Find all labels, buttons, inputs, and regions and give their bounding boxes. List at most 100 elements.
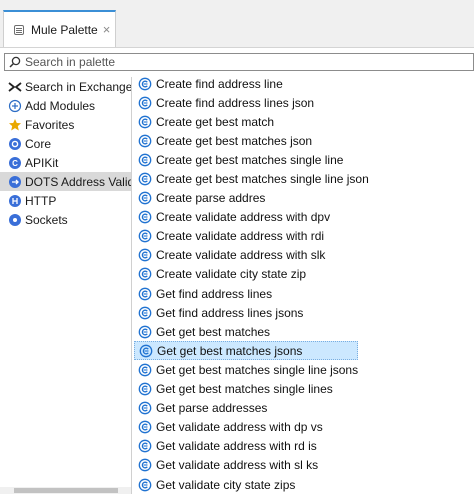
operation-item[interactable]: Create get best matches json <box>134 131 356 150</box>
operation-label: Create get best matches json <box>156 133 313 148</box>
operation-label: Create validate address with slk <box>156 248 326 263</box>
category-item[interactable]: Sockets <box>0 210 131 229</box>
operation-label: Create get best matches single line json <box>156 172 369 187</box>
operation-icon <box>138 325 152 339</box>
category-label: Favorites <box>25 117 75 132</box>
svg-text:C: C <box>12 159 18 168</box>
operation-icon <box>138 172 152 186</box>
category-list: Search in Exchange... Add Modules Favorite… <box>0 77 132 494</box>
operation-icon <box>138 287 152 301</box>
category-item[interactable]: Add Modules <box>0 96 131 115</box>
close-icon[interactable]: × <box>103 23 111 36</box>
operation-icon <box>138 229 152 243</box>
category-label: Search in Exchange... <box>25 79 132 94</box>
operation-icon <box>138 210 152 224</box>
category-label: Add Modules <box>25 98 96 113</box>
operation-item[interactable]: Get validate address with sl ks <box>134 456 356 475</box>
operation-label: Get find address lines jsons <box>156 305 304 320</box>
scrollbar-thumb[interactable] <box>14 488 118 493</box>
operation-item[interactable]: Create get best matches single line json <box>134 169 369 188</box>
operation-item[interactable]: Create find address lines json <box>134 93 356 112</box>
operation-icon <box>138 363 152 377</box>
category-item[interactable]: HTTP <box>0 191 131 210</box>
operation-item[interactable]: Create validate address with dpv <box>134 208 356 227</box>
category-label: Core <box>25 136 52 151</box>
operation-label: Create validate address with rdi <box>156 229 325 244</box>
operation-icon <box>138 420 152 434</box>
operation-icon <box>138 306 152 320</box>
horizontal-scrollbar[interactable] <box>0 487 131 494</box>
category-item[interactable]: Core <box>0 134 131 153</box>
category-item[interactable]: C APIKit <box>0 153 131 172</box>
operation-list: Create find address line Create find addr… <box>134 74 474 494</box>
operation-item[interactable]: Create get best match <box>134 112 356 131</box>
operation-icon <box>138 96 152 110</box>
tab-title: Mule Palette <box>31 22 98 37</box>
operation-icon <box>138 267 152 281</box>
operation-icon <box>138 77 152 91</box>
operation-label: Create validate city state zip <box>156 267 307 282</box>
operation-item[interactable]: Get get best matches single line jsons <box>134 360 359 379</box>
add-circle-icon <box>8 99 22 113</box>
operation-label: Create validate address with dpv <box>156 210 331 225</box>
operation-icon <box>138 382 152 396</box>
operation-item[interactable]: Get find address lines jsons <box>134 303 356 322</box>
search-field[interactable] <box>4 53 474 71</box>
operation-label: Create parse addres <box>156 191 266 206</box>
operation-icon <box>138 439 152 453</box>
connector-icon <box>8 175 22 189</box>
core-icon <box>8 137 22 151</box>
operation-item[interactable]: Get get best matches <box>134 322 356 341</box>
search-input[interactable] <box>21 55 445 69</box>
operation-icon <box>138 153 152 167</box>
operation-item[interactable]: Create validate address with slk <box>134 246 356 265</box>
operation-label: Get validate address with sl ks <box>156 458 319 473</box>
operation-icon <box>138 478 152 492</box>
search-icon <box>9 56 21 68</box>
operation-label: Create find address line <box>156 76 283 91</box>
tab-bar: Mule Palette × <box>0 0 474 48</box>
operation-item[interactable]: Get validate city state zips <box>134 475 356 494</box>
tab-mule-palette[interactable]: Mule Palette × <box>3 10 116 47</box>
operation-icon <box>138 134 152 148</box>
operation-item[interactable]: Create validate city state zip <box>134 265 356 284</box>
operation-item[interactable]: Create validate address with rdi <box>134 227 356 246</box>
operation-label: Get validate city state zips <box>156 477 296 492</box>
category-item[interactable]: DOTS Address Validat <box>0 172 131 191</box>
http-icon <box>8 194 22 208</box>
operation-label: Create get best matches single line <box>156 152 344 167</box>
apikit-icon: C <box>8 156 22 170</box>
operation-label: Get find address lines <box>156 286 273 301</box>
operation-icon <box>139 344 153 358</box>
operation-icon <box>138 248 152 262</box>
operation-label: Get validate address with rd is <box>156 439 317 454</box>
palette-menu-icon <box>13 24 25 36</box>
operation-label: Get get best matches <box>156 324 271 339</box>
operation-icon <box>138 191 152 205</box>
operation-item[interactable]: Get find address lines <box>134 284 356 303</box>
operation-icon <box>138 115 152 129</box>
category-item[interactable]: Favorites <box>0 115 131 134</box>
operation-label: Get parse addresses <box>156 401 268 416</box>
category-label: DOTS Address Validat <box>25 174 131 189</box>
sockets-icon <box>8 213 22 227</box>
operation-item[interactable]: Create find address line <box>134 74 356 93</box>
operation-item[interactable]: Get validate address with dp vs <box>134 418 356 437</box>
operation-item[interactable]: Get get best matches jsons <box>134 341 358 361</box>
operation-label: Create find address lines json <box>156 95 315 110</box>
operation-item[interactable]: Create parse addres <box>134 189 356 208</box>
operation-label: Get get best matches single lines <box>156 382 333 397</box>
operation-item[interactable]: Get parse addresses <box>134 399 356 418</box>
operation-item[interactable]: Create get best matches single line <box>134 150 356 169</box>
operation-item[interactable]: Get validate address with rd is <box>134 437 356 456</box>
operation-icon <box>138 458 152 472</box>
category-label: Sockets <box>25 212 68 227</box>
category-item[interactable]: Search in Exchange... <box>0 77 131 96</box>
operation-label: Get validate address with dp vs <box>156 420 323 435</box>
operation-label: Get get best matches jsons <box>157 343 303 358</box>
operation-label: Create get best match <box>156 114 275 129</box>
exchange-icon <box>8 80 22 94</box>
operation-item[interactable]: Get get best matches single lines <box>134 380 356 399</box>
category-label: HTTP <box>25 193 57 208</box>
operation-label: Get get best matches single line jsons <box>156 362 359 377</box>
